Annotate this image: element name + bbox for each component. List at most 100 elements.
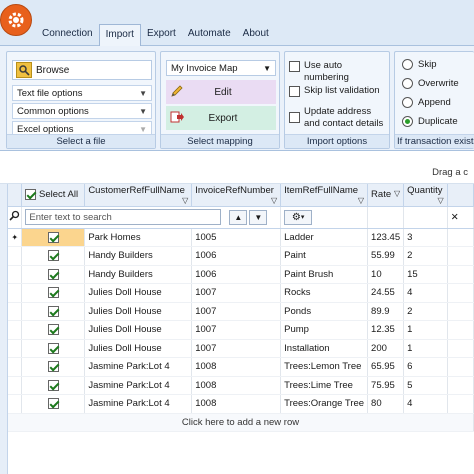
filter-icon[interactable]: ▽ — [394, 189, 400, 198]
search-options-button[interactable]: ⚙ ▾ — [284, 209, 313, 225]
cell-item[interactable]: Trees:Lemon Tree — [280, 357, 369, 377]
cell-item[interactable]: Installation — [280, 339, 369, 358]
radio-append[interactable]: Append — [402, 97, 451, 108]
table-row[interactable]: Julies Doll House 1007 Pump 12.35 1 — [8, 320, 474, 340]
cell-rate[interactable]: 10 — [367, 265, 405, 284]
radio-duplicate[interactable]: Duplicate — [402, 116, 458, 127]
cell-rate[interactable]: 80 — [367, 394, 405, 414]
radio-button-selected[interactable] — [402, 116, 413, 127]
cell-invoice[interactable]: 1008 — [191, 357, 282, 377]
skip-list-validation-checkbox[interactable]: Skip list validation — [289, 85, 380, 97]
cell-invoice[interactable]: 1006 — [191, 246, 282, 266]
close-search-icon[interactable]: ✕ — [447, 206, 474, 229]
export-mapping-button[interactable]: Export — [166, 106, 276, 130]
cell-customer[interactable]: Jasmine Park:Lot 4 — [84, 394, 193, 414]
table-row[interactable]: Handy Builders 1006 Paint Brush 10 15 — [8, 265, 474, 284]
group-by-panel[interactable]: Drag a c — [0, 151, 474, 184]
row-checkbox[interactable] — [47, 287, 59, 299]
cell-item[interactable]: Pump — [280, 320, 369, 340]
select-all-checkbox[interactable] — [25, 189, 37, 201]
filter-icon[interactable]: ▽ — [438, 196, 444, 205]
cell-customer[interactable]: Handy Builders — [84, 246, 193, 266]
cell-item[interactable]: Trees:Lime Tree — [280, 376, 369, 395]
row-select-cell[interactable] — [21, 339, 86, 358]
cell-quantity[interactable]: 15 — [403, 265, 448, 284]
row-select-cell[interactable] — [21, 376, 86, 395]
table-row[interactable]: Julies Doll House 1007 Rocks 24.55 4 — [8, 283, 474, 303]
table-row[interactable]: Handy Builders 1006 Paint 55.99 2 — [8, 246, 474, 266]
cell-invoice[interactable]: 1006 — [191, 265, 282, 284]
row-checkbox[interactable] — [47, 379, 59, 391]
edit-mapping-button[interactable]: Edit — [166, 80, 276, 104]
cell-item[interactable]: Rocks — [280, 283, 369, 303]
row-checkbox[interactable] — [47, 342, 59, 354]
cell-invoice[interactable]: 1008 — [191, 394, 282, 414]
filter-icon[interactable]: ▽ — [271, 196, 277, 205]
cell-rate[interactable]: 12.35 — [367, 320, 405, 340]
header-quantity[interactable]: Quantity ▽ — [403, 184, 448, 207]
checkbox-box[interactable] — [289, 112, 300, 123]
row-select-cell[interactable] — [21, 302, 86, 321]
search-prev-button[interactable]: ▲ — [229, 209, 248, 225]
tab-about[interactable]: About — [237, 24, 275, 46]
row-checkbox[interactable] — [47, 324, 59, 336]
table-row[interactable]: Jasmine Park:Lot 4 1008 Trees:Lime Tree … — [8, 376, 474, 395]
cell-item[interactable]: Ponds — [280, 302, 369, 321]
tab-automate[interactable]: Automate — [182, 24, 237, 46]
cell-rate[interactable]: 24.55 — [367, 283, 405, 303]
table-row[interactable]: ✦ Park Homes 1005 Ladder 123.45 3 — [8, 228, 474, 247]
cell-invoice[interactable]: 1008 — [191, 376, 282, 395]
add-new-row-label[interactable]: Click here to add a new row — [8, 413, 474, 432]
cell-quantity[interactable]: 2 — [403, 302, 448, 321]
row-select-cell[interactable] — [21, 283, 86, 303]
cell-quantity[interactable]: 4 — [403, 283, 448, 303]
row-checkbox[interactable] — [47, 268, 59, 280]
header-invoice[interactable]: InvoiceRefNumber ▽ — [191, 184, 282, 207]
cell-quantity[interactable]: 1 — [403, 339, 448, 358]
cell-customer[interactable]: Julies Doll House — [84, 283, 193, 303]
tab-export[interactable]: Export — [141, 24, 182, 46]
cell-quantity[interactable]: 1 — [403, 320, 448, 340]
header-select-all[interactable]: Select All — [21, 184, 86, 207]
cell-customer[interactable]: Jasmine Park:Lot 4 — [84, 376, 193, 395]
tab-connection[interactable]: Connection — [36, 24, 99, 46]
cell-customer[interactable]: Julies Doll House — [84, 339, 193, 358]
cell-customer[interactable]: Jasmine Park:Lot 4 — [84, 357, 193, 377]
row-select-cell[interactable] — [21, 228, 86, 247]
auto-numbering-checkbox[interactable]: Use auto numbering — [289, 60, 389, 84]
text-file-options-dropdown[interactable]: Text file options ▼ — [12, 85, 152, 101]
cell-invoice[interactable]: 1005 — [191, 228, 282, 247]
table-row[interactable]: Julies Doll House 1007 Installation 200 … — [8, 339, 474, 358]
cell-invoice[interactable]: 1007 — [191, 283, 282, 303]
cell-item[interactable]: Ladder — [280, 228, 369, 247]
row-checkbox[interactable] — [47, 250, 59, 262]
table-row[interactable]: Jasmine Park:Lot 4 1008 Trees:Orange Tre… — [8, 394, 474, 414]
cell-rate[interactable]: 65.95 — [367, 357, 405, 377]
radio-skip[interactable]: Skip — [402, 59, 436, 70]
cell-invoice[interactable]: 1007 — [191, 339, 282, 358]
radio-button[interactable] — [402, 78, 413, 89]
cell-quantity[interactable]: 5 — [403, 376, 448, 395]
table-row[interactable]: Julies Doll House 1007 Ponds 89.9 2 — [8, 302, 474, 321]
cell-item[interactable]: Paint Brush — [280, 265, 369, 284]
update-address-checkbox[interactable]: Update address and contact details — [289, 106, 389, 130]
cell-item[interactable]: Trees:Orange Tree — [280, 394, 369, 414]
browse-button[interactable]: Browse — [12, 60, 152, 80]
row-checkbox[interactable] — [47, 361, 59, 373]
table-row[interactable]: Jasmine Park:Lot 4 1008 Trees:Lemon Tree… — [8, 357, 474, 377]
header-rate[interactable]: Rate ▽ — [367, 184, 405, 207]
filter-icon[interactable]: ▽ — [358, 196, 364, 205]
app-menu-button[interactable] — [0, 4, 32, 36]
cell-rate[interactable]: 75.95 — [367, 376, 405, 395]
cell-quantity[interactable]: 3 — [403, 228, 448, 247]
row-checkbox[interactable] — [47, 231, 59, 243]
cell-invoice[interactable]: 1007 — [191, 320, 282, 340]
common-options-dropdown[interactable]: Common options ▼ — [12, 103, 152, 119]
cell-quantity[interactable]: 4 — [403, 394, 448, 414]
checkbox-box[interactable] — [289, 61, 300, 72]
row-checkbox[interactable] — [47, 305, 59, 317]
radio-button[interactable] — [402, 97, 413, 108]
radio-overwrite[interactable]: Overwrite — [402, 78, 459, 89]
cell-item[interactable]: Paint — [280, 246, 369, 266]
search-next-button[interactable]: ▼ — [249, 209, 268, 225]
